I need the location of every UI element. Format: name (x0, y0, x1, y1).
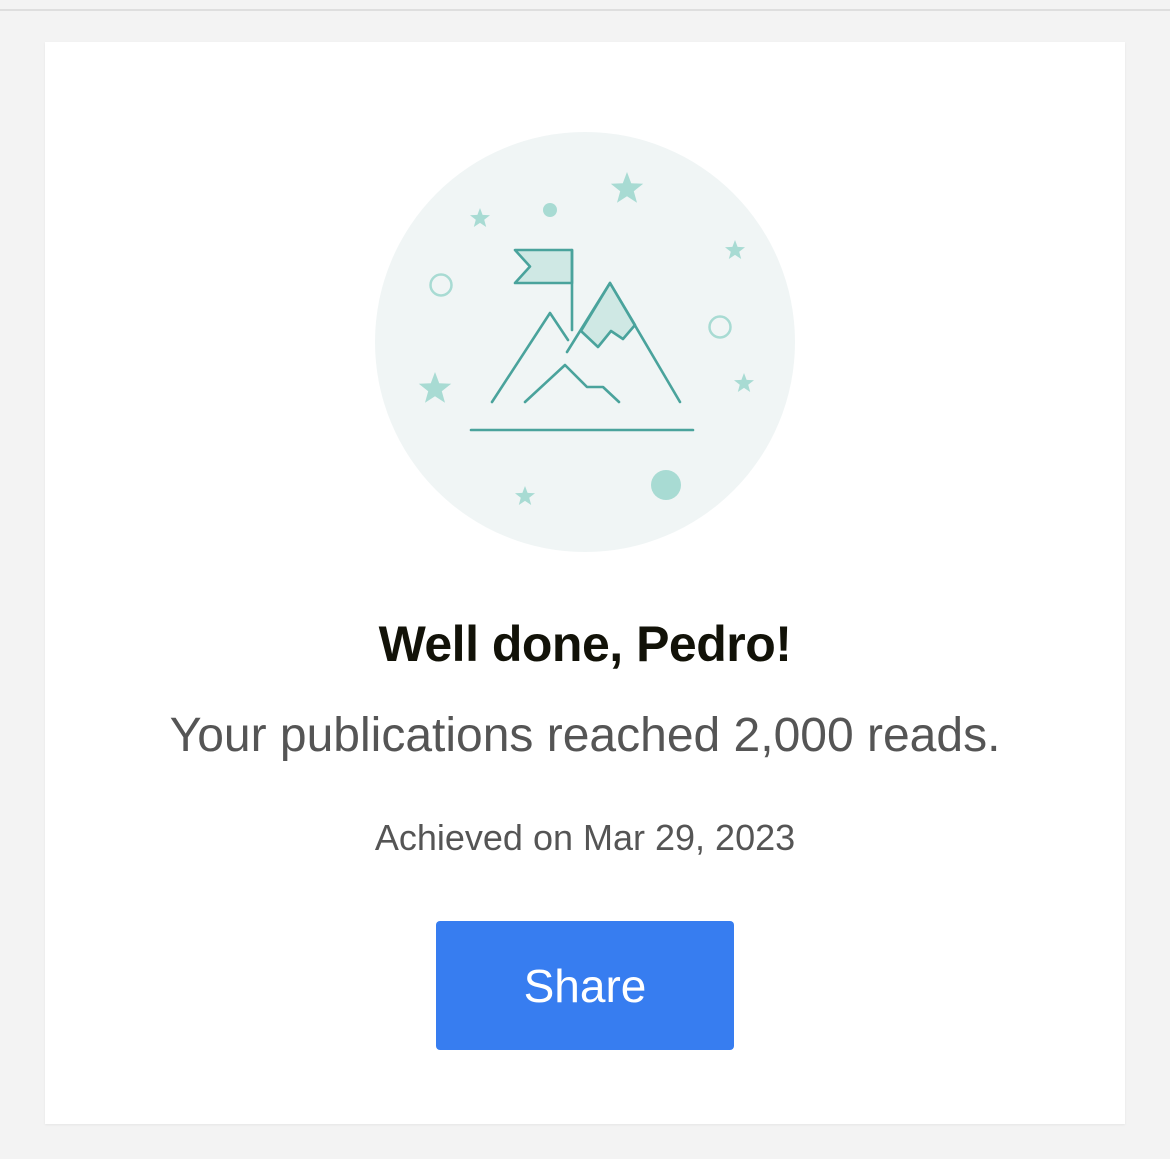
congratulation-headline: Well done, Pedro! (378, 616, 792, 672)
achievement-illustration (375, 132, 795, 552)
illustration-circle (375, 132, 795, 552)
dot-icon (543, 203, 557, 217)
achievement-card: Well done, Pedro! Your publications reac… (45, 42, 1125, 1124)
share-button[interactable]: Share (436, 921, 734, 1050)
top-divider (0, 9, 1170, 11)
milestone-message: Your publications reached 2,000 reads. (169, 709, 1001, 762)
achieved-date: Achieved on Mar 29, 2023 (374, 817, 796, 858)
mountain-summit-flag-icon (375, 132, 795, 552)
dot-icon (651, 470, 681, 500)
